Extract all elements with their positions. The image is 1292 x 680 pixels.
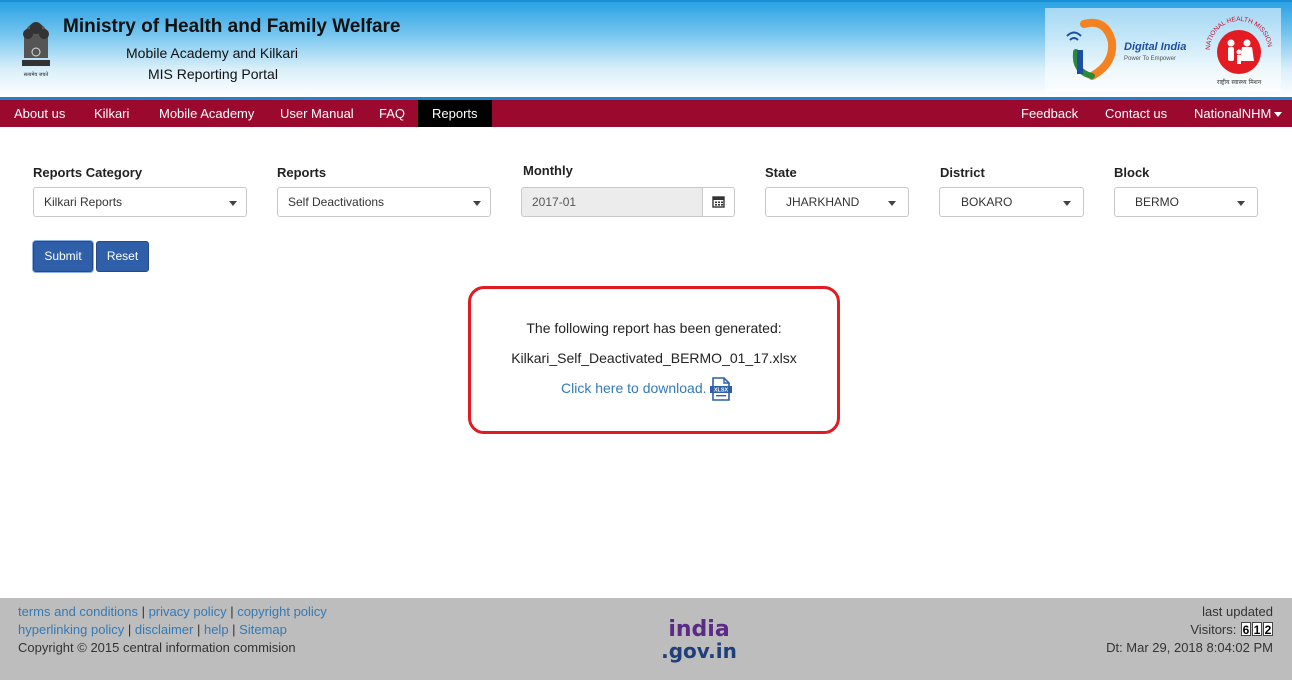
digital-india-logo: Digital India Power To Empower xyxy=(1066,18,1186,80)
dropdown-arrow-icon xyxy=(1237,201,1245,206)
copyright-link[interactable]: copyright policy xyxy=(237,604,327,619)
sitemap-link[interactable]: Sitemap xyxy=(239,622,287,637)
visitor-digit: 2 xyxy=(1263,622,1273,637)
svg-text:Digital India: Digital India xyxy=(1124,41,1186,53)
nhm-logo: NATIONAL HEALTH MISSION राष्ट्रीय स्वास्… xyxy=(1205,16,1273,86)
ministry-title: Ministry of Health and Family Welfare xyxy=(63,16,401,37)
block-value: BERMO xyxy=(1135,195,1180,209)
footer-links-row1: terms and conditions | privacy policy | … xyxy=(18,604,327,619)
report-filename: Kilkari_Self_Deactivated_BERMO_01_17.xls… xyxy=(511,350,797,366)
help-link[interactable]: help xyxy=(204,622,229,637)
calendar-button[interactable] xyxy=(702,187,735,217)
svg-text:.gov.in: .gov.in xyxy=(661,639,737,663)
visitor-counter: Visitors: 612 xyxy=(1190,622,1273,637)
dropdown-arrow-icon xyxy=(229,201,237,206)
monthly-label: Monthly xyxy=(523,163,573,178)
reports-select[interactable]: Self Deactivations xyxy=(277,187,491,217)
privacy-link[interactable]: privacy policy xyxy=(149,604,227,619)
portal-subtitle-2: MIS Reporting Portal xyxy=(148,66,278,82)
visitor-digits: 612 xyxy=(1240,622,1273,637)
reports-category-value: Kilkari Reports xyxy=(44,195,123,209)
report-generated-message: The following report has been generated: xyxy=(526,320,782,336)
main-navbar: About us Kilkari Mobile Academy User Man… xyxy=(0,97,1292,127)
nav-kilkari[interactable]: Kilkari xyxy=(94,100,129,127)
site-header: सत्यमेव जयते Ministry of Health and Fami… xyxy=(0,0,1292,97)
visitor-digit: 6 xyxy=(1241,622,1251,637)
portal-subtitle: Mobile Academy and Kilkari xyxy=(126,45,298,61)
footer-links-row2: hyperlinking policy | disclaimer | help … xyxy=(18,622,287,637)
reports-label: Reports xyxy=(277,165,327,180)
copyright-text: Copyright © 2015 central information com… xyxy=(18,640,296,655)
nav-mobile-academy[interactable]: Mobile Academy xyxy=(159,100,254,127)
state-value: JHARKHAND xyxy=(786,195,860,209)
block-select[interactable]: BERMO xyxy=(1114,187,1258,217)
national-emblem-icon: सत्यमेव जयते xyxy=(22,22,50,78)
svg-text:सत्यमेव जयते: सत्यमेव जयते xyxy=(24,71,49,78)
visitors-label: Visitors: xyxy=(1190,622,1237,637)
caret-down-icon xyxy=(1274,112,1283,118)
reports-category-select[interactable]: Kilkari Reports xyxy=(33,187,247,217)
hyperlinking-link[interactable]: hyperlinking policy xyxy=(18,622,124,637)
district-value: BOKARO xyxy=(961,195,1013,209)
last-updated-date: Dt: Mar 29, 2018 8:04:02 PM xyxy=(1106,640,1273,655)
visitor-digit: 1 xyxy=(1252,622,1262,637)
nav-user-manual[interactable]: User Manual xyxy=(280,100,354,127)
submit-button[interactable]: Submit xyxy=(33,241,93,272)
block-label: Block xyxy=(1114,165,1150,180)
svg-text:Power To Empower: Power To Empower xyxy=(1124,56,1176,62)
user-menu[interactable]: NationalNHM xyxy=(1194,100,1283,127)
nav-reports[interactable]: Reports xyxy=(418,100,492,127)
state-label: State xyxy=(765,165,797,180)
last-updated-label: last updated xyxy=(1202,604,1273,619)
dropdown-arrow-icon xyxy=(1063,201,1071,206)
user-menu-label: NationalNHM xyxy=(1194,106,1272,121)
dropdown-arrow-icon xyxy=(473,201,481,206)
calendar-icon xyxy=(712,196,725,208)
xlsx-file-icon[interactable]: XLSX xyxy=(710,377,732,401)
terms-link[interactable]: terms and conditions xyxy=(18,604,138,619)
reset-button[interactable]: Reset xyxy=(96,241,149,272)
district-select[interactable]: BOKARO xyxy=(939,187,1084,217)
dropdown-arrow-icon xyxy=(888,201,896,206)
report-generated-panel: The following report has been generated:… xyxy=(468,286,840,434)
nav-about-us[interactable]: About us xyxy=(14,100,65,127)
site-footer: terms and conditions | privacy policy | … xyxy=(0,598,1292,680)
month-input[interactable]: 2017-01 xyxy=(521,187,703,217)
svg-text:राष्ट्रीय स्वास्थ्य मिशन: राष्ट्रीय स्वास्थ्य मिशन xyxy=(1217,78,1262,86)
india-gov-logo[interactable]: india .gov.in xyxy=(660,616,738,664)
reports-category-label: Reports Category xyxy=(33,165,143,180)
reports-value: Self Deactivations xyxy=(288,195,385,209)
disclaimer-link[interactable]: disclaimer xyxy=(135,622,194,637)
download-link[interactable]: Click here to download. xyxy=(561,380,707,396)
district-label: District xyxy=(940,165,985,180)
state-select[interactable]: JHARKHAND xyxy=(765,187,909,217)
nav-faq[interactable]: FAQ xyxy=(379,100,405,127)
nav-contact-us[interactable]: Contact us xyxy=(1105,100,1167,127)
nav-feedback[interactable]: Feedback xyxy=(1021,100,1078,127)
svg-text:XLSX: XLSX xyxy=(714,388,729,394)
